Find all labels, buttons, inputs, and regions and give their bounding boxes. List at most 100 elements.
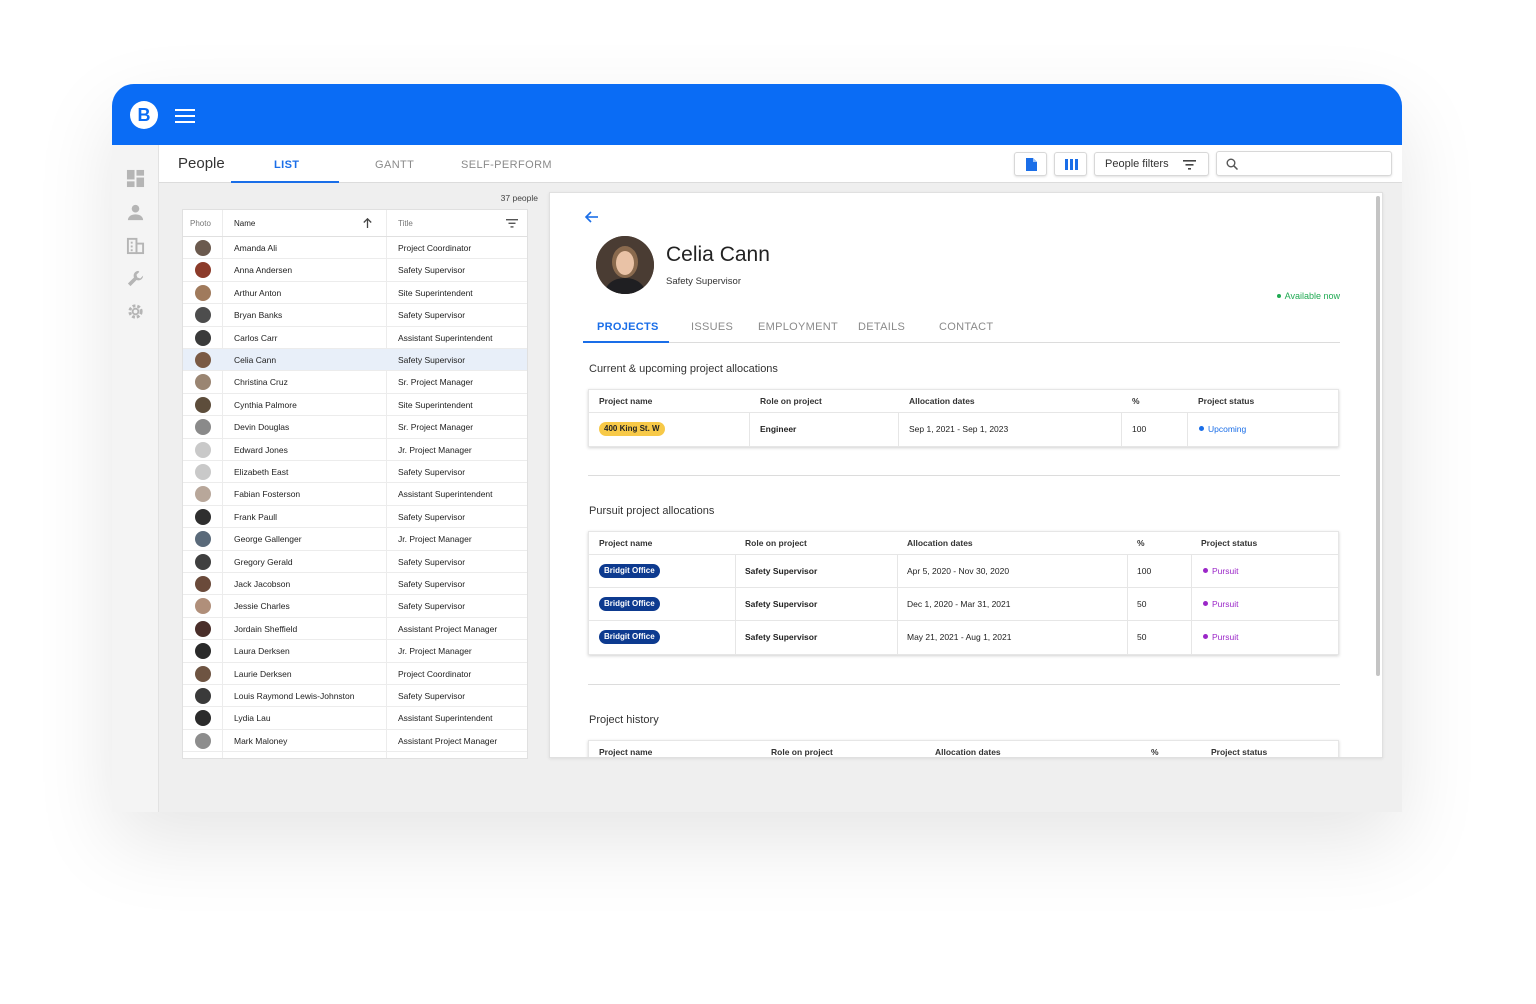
- section-divider: [588, 475, 1340, 476]
- percent-column-header: %: [1132, 396, 1140, 406]
- bridgit-logo[interactable]: B: [130, 101, 158, 129]
- table-row[interactable]: Arthur Anton Site Superintendent: [183, 282, 527, 305]
- table-row[interactable]: Laura Derksen Jr. Project Manager: [183, 640, 527, 663]
- person-title-cell: Jr. Project Manager: [398, 444, 472, 455]
- people-filters-button[interactable]: People filters: [1094, 152, 1209, 176]
- name-column-header[interactable]: Name: [234, 219, 255, 228]
- person-name-cell: Edward Jones: [234, 444, 288, 455]
- tab-employment[interactable]: EMPLOYMENT: [758, 321, 838, 333]
- avatar: [195, 464, 211, 480]
- building-icon[interactable]: [126, 236, 145, 255]
- table-row[interactable]: 400 King St. W Engineer Sep 1, 2021 - Se…: [589, 413, 1338, 446]
- current-allocations-heading: Current & upcoming project allocations: [589, 363, 778, 375]
- tab-self-perform[interactable]: SELF-PERFORM: [461, 159, 552, 171]
- status-dot: [1199, 426, 1204, 431]
- table-row[interactable]: Jordain Sheffield Assistant Project Manag…: [183, 618, 527, 641]
- title-column-header[interactable]: Title: [398, 219, 413, 228]
- table-row[interactable]: Carlos Carr Assistant Superintendent: [183, 327, 527, 349]
- table-row[interactable]: Lydia Lau Assistant Superintendent: [183, 707, 527, 730]
- person-name-cell: Devin Douglas: [234, 422, 290, 433]
- status-dot: [1203, 568, 1208, 573]
- table-row[interactable]: Jessie Charles Safety Supervisor: [183, 595, 527, 618]
- people-table: Photo Name Title Amanda Ali Project Coord…: [182, 209, 528, 759]
- tab-list[interactable]: LIST: [274, 159, 299, 171]
- back-arrow-icon[interactable]: [584, 209, 600, 225]
- table-row[interactable]: Jack Jacobson Safety Supervisor: [183, 573, 527, 596]
- person-icon[interactable]: [126, 203, 145, 222]
- wrench-icon[interactable]: [126, 269, 145, 288]
- filter-icon[interactable]: [506, 219, 518, 228]
- table-row[interactable]: Christina Cruz Sr. Project Manager: [183, 371, 527, 394]
- person-name-cell: Gregory Gerald: [234, 556, 293, 567]
- role-column-header: Role on project: [745, 538, 807, 548]
- table-row[interactable]: Fabian Fosterson Assistant Superintendent: [183, 483, 527, 506]
- table-row[interactable]: Bryan Banks Safety Supervisor: [183, 304, 527, 327]
- available-dot: [1276, 294, 1281, 298]
- person-title-cell: Assistant Project Manager: [398, 623, 498, 634]
- table-row[interactable]: Anna Andersen Safety Supervisor: [183, 259, 527, 282]
- percent-column-header: %: [1151, 747, 1159, 757]
- dashboard-icon[interactable]: [126, 169, 145, 188]
- person-title-cell: Safety Supervisor: [398, 355, 466, 365]
- person-title-cell: Sr. Project Manager: [398, 422, 474, 433]
- columns-button[interactable]: [1054, 152, 1087, 176]
- person-name-cell: Jack Jacobson: [234, 579, 291, 589]
- person-name-cell: Cynthia Palmore: [234, 399, 297, 410]
- percent-column-header: %: [1137, 538, 1145, 548]
- table-row[interactable]: Laurie Derksen Project Coordinator: [183, 663, 527, 685]
- project-chip[interactable]: Bridgit Office: [599, 630, 660, 644]
- project-history-table: Project name Role on project Allocation …: [588, 740, 1339, 757]
- person-name-cell: Jordain Sheffield: [234, 623, 298, 634]
- status-label: Pursuit: [1212, 566, 1239, 576]
- tab-gantt[interactable]: GANTT: [375, 159, 414, 171]
- search-input[interactable]: [1216, 151, 1392, 176]
- project-chip[interactable]: Bridgit Office: [599, 597, 660, 611]
- gear-icon[interactable]: [126, 302, 145, 321]
- dates-cell: Sep 1, 2021 - Sep 1, 2023: [909, 424, 1009, 434]
- sort-ascending-icon[interactable]: [363, 218, 372, 228]
- table-row[interactable]: Bridgit Office Safety Supervisor Dec 1, …: [589, 588, 1338, 621]
- status-column-header: Project status: [1198, 396, 1255, 406]
- person-title-cell: Project Coordinator: [398, 668, 472, 679]
- role-column-header: Role on project: [771, 747, 833, 757]
- person-name-cell: Arthur Anton: [234, 287, 282, 298]
- table-row[interactable]: Mark Maloney Assistant Project Manager: [183, 730, 527, 753]
- tab-contact[interactable]: CONTACT: [939, 321, 993, 333]
- person-title-cell: Assistant Superintendent: [398, 489, 493, 500]
- table-row[interactable]: Cynthia Palmore Site Superintendent: [183, 394, 527, 417]
- tab-projects[interactable]: PROJECTS: [597, 321, 659, 333]
- status-cell: Pursuit: [1203, 599, 1238, 609]
- page-title: People: [178, 155, 225, 172]
- table-row[interactable]: Gregory Gerald Safety Supervisor: [183, 551, 527, 573]
- table-row[interactable]: Celia Cann Safety Supervisor: [183, 349, 527, 372]
- people-table-header: Photo Name Title: [183, 210, 527, 237]
- person-name-cell: Mark Maloney: [234, 735, 288, 746]
- table-row[interactable]: Edward Jones Jr. Project Manager: [183, 439, 527, 461]
- project-chip[interactable]: Bridgit Office: [599, 564, 660, 578]
- person-title-cell: Project Coordinator: [398, 243, 472, 253]
- project-chip[interactable]: 400 King St. W: [599, 422, 665, 436]
- menu-icon[interactable]: [175, 109, 195, 123]
- person-name-cell: Anna Andersen: [234, 265, 293, 276]
- table-row[interactable]: George Gallenger Jr. Project Manager: [183, 528, 527, 551]
- person-name-cell: Bryan Banks: [234, 310, 283, 321]
- detail-scrollbar[interactable]: [1376, 196, 1380, 676]
- document-button[interactable]: [1014, 152, 1047, 176]
- project-column-header: Project name: [599, 747, 653, 757]
- person-name-cell: George Gallenger: [234, 534, 302, 545]
- person-title-cell: Safety Supervisor: [398, 691, 466, 701]
- table-row[interactable]: Bridgit Office Safety Supervisor May 21,…: [589, 621, 1338, 654]
- person-name-cell: Laurie Derksen: [234, 668, 292, 679]
- table-row[interactable]: Devin Douglas Sr. Project Manager: [183, 416, 527, 439]
- person-title-cell: Safety Supervisor: [398, 579, 466, 589]
- person-name-cell: Louis Raymond Lewis-Johnston: [234, 691, 355, 701]
- tab-details[interactable]: DETAILS: [858, 321, 905, 333]
- table-row[interactable]: Amanda Ali Project Coordinator: [183, 237, 527, 260]
- table-row[interactable]: Louis Raymond Lewis-Johnston Safety Super…: [183, 685, 527, 708]
- tab-issues[interactable]: ISSUES: [691, 321, 733, 333]
- table-row[interactable]: Elizabeth East Safety Supervisor: [183, 461, 527, 484]
- role-cell: Engineer: [760, 424, 797, 434]
- percent-cell: 50: [1137, 599, 1147, 609]
- table-row[interactable]: Frank Paull Safety Supervisor: [183, 506, 527, 529]
- table-row[interactable]: Bridgit Office Safety Supervisor Apr 5, …: [589, 555, 1338, 588]
